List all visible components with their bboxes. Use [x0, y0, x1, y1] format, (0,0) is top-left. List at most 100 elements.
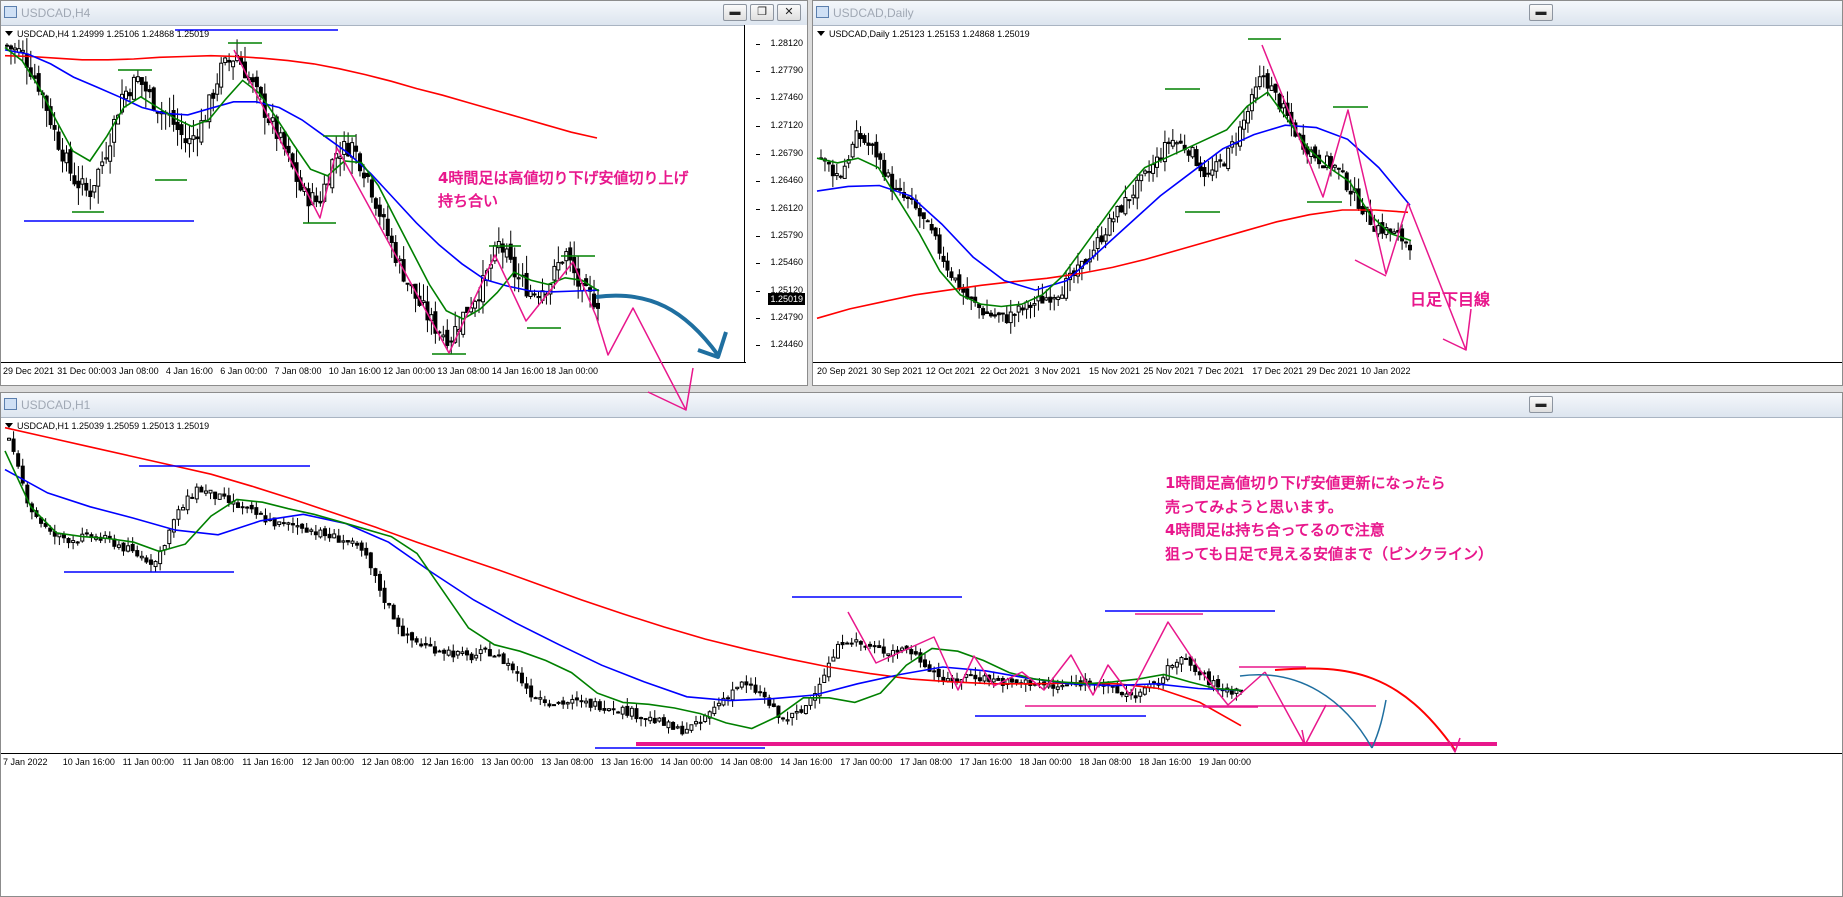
candle-body — [661, 717, 666, 726]
chart-window-h1[interactable]: USDCAD,H1 ▬ USDCAD,H1 1.25039 1.25059 1.… — [0, 392, 1843, 897]
candle-body — [20, 49, 25, 53]
candle-body — [441, 334, 446, 338]
window-titlebar[interactable]: USDCAD,H1 ▬ — [1, 393, 1842, 418]
candle-body — [88, 190, 93, 197]
candle-body — [286, 145, 291, 154]
candle-body — [790, 712, 795, 719]
candle-body — [167, 529, 172, 545]
candle-body — [1241, 119, 1246, 130]
candle-body — [96, 168, 101, 187]
candle-body — [286, 522, 291, 525]
candle-body — [1166, 141, 1171, 145]
price-plot[interactable] — [1, 417, 1843, 755]
candle-body — [895, 649, 900, 653]
price-tick-label: 1.26790 — [756, 147, 803, 158]
candle-body — [1147, 171, 1152, 174]
candle-body — [680, 725, 685, 735]
candle-body — [175, 121, 180, 131]
candle-body — [387, 603, 392, 606]
candle-body — [758, 691, 763, 694]
chart-window-daily[interactable]: USDCAD,Daily ▬ USDCAD,Daily 1.25123 1.25… — [812, 0, 1843, 386]
time-axis[interactable]: 20 Sep 2021 30 Sep 2021 12 Oct 2021 22 Oct … — [813, 362, 1842, 383]
candle-body — [1052, 297, 1057, 300]
candle-body — [437, 650, 442, 653]
price-axis[interactable]: 1.28120 1.27790 1.27460 1.27120 1.26790 1.264… — [744, 25, 807, 362]
time-tick-label: 13 Jan 16:00 — [601, 757, 654, 767]
candle-body — [382, 587, 387, 603]
candle-body — [423, 643, 428, 646]
candle-body — [1273, 83, 1278, 93]
price-tick-label: 1.24460 — [756, 339, 803, 350]
candle-body — [455, 650, 460, 656]
candle-body — [330, 159, 335, 189]
chart-info: USDCAD,H4 1.24999 1.25106 1.24868 1.2501… — [5, 29, 209, 39]
minimize-button[interactable]: ▬ — [1529, 4, 1553, 21]
minimize-button[interactable]: ▬ — [723, 4, 747, 21]
time-tick-label: 10 Jan 16:00 — [62, 757, 115, 767]
candle-body — [849, 642, 854, 645]
daily-annotation: 日足下目線 — [1410, 290, 1491, 309]
moving-average-line — [4, 450, 1242, 730]
candle-body — [501, 653, 506, 665]
candle-body — [278, 132, 283, 138]
candle-body — [1396, 230, 1401, 233]
candle-body — [1040, 295, 1045, 304]
candle-body — [565, 702, 570, 705]
candle-body — [282, 131, 287, 150]
candle-body — [548, 284, 553, 295]
candle-body — [1143, 170, 1148, 174]
candle-body — [611, 708, 616, 711]
time-axis[interactable]: 29 Dec 2021 31 Dec 00:00 3 Jan 08:00 4 Jan … — [1, 362, 746, 383]
close-button[interactable]: ✕ — [777, 4, 801, 21]
time-tick-label: 4 Jan 16:00 — [165, 366, 213, 376]
candle-body — [753, 684, 758, 693]
candle-body — [529, 685, 534, 698]
price-plot[interactable] — [813, 25, 1843, 362]
candle-body — [597, 701, 602, 711]
candle-body — [369, 179, 374, 198]
time-tick-label: 17 Jan 00:00 — [840, 757, 893, 767]
candle-body — [1119, 691, 1124, 696]
candle-body — [1194, 149, 1199, 167]
candle-body — [84, 532, 89, 535]
candle-body — [277, 521, 282, 526]
window-title: USDCAD,H1 — [21, 398, 91, 412]
candle-body — [446, 649, 451, 656]
time-tick-label: 14 Jan 16:00 — [491, 366, 544, 376]
candle-body — [381, 214, 386, 218]
candle-body — [254, 507, 259, 515]
candle-body — [996, 312, 1001, 316]
restore-button[interactable]: ❐ — [750, 4, 774, 21]
candle-body — [671, 721, 676, 730]
candle-body — [564, 251, 569, 262]
candle-body — [52, 125, 57, 130]
candle-body — [1133, 695, 1138, 699]
candle-body — [478, 649, 483, 654]
window-titlebar[interactable]: USDCAD,H4 ▬ ❐ ✕ — [1, 1, 807, 26]
candle-body — [1202, 672, 1207, 675]
candle-body — [249, 504, 254, 510]
candle-body — [826, 662, 831, 678]
candle-body — [840, 641, 845, 646]
candle-body — [1044, 297, 1049, 301]
candle-body — [698, 721, 703, 724]
window-titlebar[interactable]: USDCAD,Daily ▬ — [813, 1, 1842, 26]
candle-body — [1328, 156, 1333, 169]
candle-body — [153, 560, 158, 568]
candle-body — [64, 152, 69, 164]
candle-body — [528, 290, 533, 298]
candle-body — [925, 220, 930, 223]
time-tick-label: 12 Oct 2021 — [925, 366, 975, 376]
candle-body — [449, 340, 454, 343]
time-axis[interactable]: 7 Jan 2022 10 Jan 16:00 11 Jan 00:00 11 Jan… — [1, 753, 1842, 774]
candle-body — [11, 438, 16, 452]
chart-info-text: USDCAD,Daily 1.25123 1.25153 1.24868 1.2… — [829, 29, 1030, 39]
candle-body — [242, 61, 247, 79]
candle-body — [290, 153, 295, 168]
minimize-button[interactable]: ▬ — [1529, 396, 1553, 413]
candle-body — [76, 180, 81, 189]
chart-window-icon — [4, 6, 17, 18]
candle-body — [1142, 687, 1147, 695]
candle-body — [1178, 140, 1183, 144]
candle-body — [377, 204, 382, 217]
